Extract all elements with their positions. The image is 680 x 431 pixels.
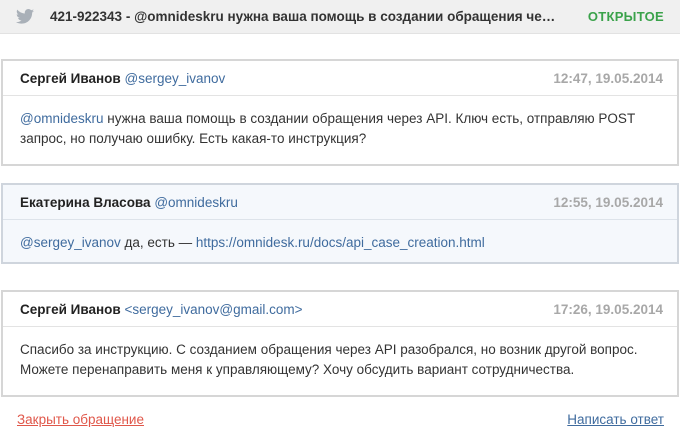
author-name: Сергей Иванов: [20, 71, 121, 86]
message-timestamp: 12:55, 19.05.2014: [553, 195, 663, 210]
message-text: да, есть —: [120, 235, 196, 250]
message-text: нужна ваша помощь в создании обращения ч…: [20, 111, 635, 146]
mention-link[interactable]: @omnideskru: [20, 111, 104, 126]
status-badge: ОТКРЫТОЕ: [587, 9, 664, 24]
message-card: Сергей Иванов <sergey_ivanov@gmail.com> …: [1, 290, 679, 397]
message-timestamp: 17:26, 19.05.2014: [553, 302, 663, 317]
author-email[interactable]: <sergey_ivanov@gmail.com>: [124, 302, 302, 317]
message-author: Сергей Иванов <sergey_ivanov@gmail.com>: [20, 302, 303, 318]
close-ticket-link[interactable]: Закрыть обращение: [17, 412, 144, 428]
docs-link[interactable]: https://omnidesk.ru/docs/api_case_creati…: [196, 235, 485, 250]
message-text: Спасибо за инструкцию. С созданием обращ…: [20, 342, 638, 377]
write-reply-link[interactable]: Написать ответ: [567, 412, 664, 428]
message-body: @sergey_ivanov да, есть — https://omnide…: [3, 220, 677, 253]
author-handle[interactable]: @omnideskru: [154, 195, 238, 210]
message-author: Екатерина Власова @omnideskru: [20, 195, 238, 211]
message-body: @omnideskru нужна ваша помощь в создании…: [3, 96, 677, 149]
message-author: Сергей Иванов @sergey_ivanov: [20, 71, 225, 87]
ticket-header: 421-922343 - @omnideskru нужна ваша помо…: [0, 0, 680, 34]
message-card-agent: Екатерина Власова @omnideskru 12:55, 19.…: [1, 183, 679, 264]
mention-link[interactable]: @sergey_ivanov: [20, 235, 121, 250]
author-handle[interactable]: @sergey_ivanov: [124, 71, 225, 86]
message-header: Екатерина Власова @omnideskru 12:55, 19.…: [3, 185, 677, 220]
message-body: Спасибо за инструкцию. С созданием обращ…: [3, 327, 677, 380]
message-card: Сергей Иванов @sergey_ivanov 12:47, 19.0…: [1, 59, 679, 166]
message-header: Сергей Иванов @sergey_ivanov 12:47, 19.0…: [3, 61, 677, 96]
message-timestamp: 12:47, 19.05.2014: [553, 71, 663, 86]
message-header: Сергей Иванов <sergey_ivanov@gmail.com> …: [3, 292, 677, 327]
ticket-subject: 421-922343 - @omnideskru нужна ваша помо…: [50, 9, 558, 24]
author-name: Екатерина Власова: [20, 195, 151, 210]
author-name: Сергей Иванов: [20, 302, 121, 317]
twitter-bird-icon: [16, 9, 34, 24]
